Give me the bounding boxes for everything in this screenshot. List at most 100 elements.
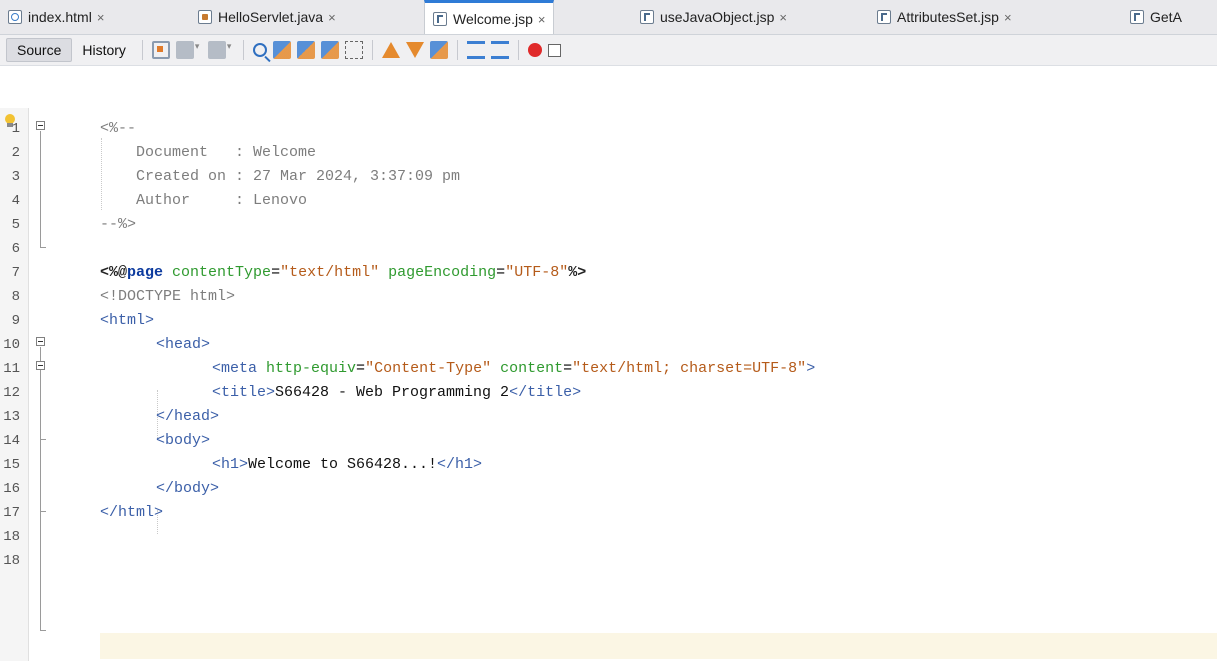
close-icon[interactable]: ×	[97, 10, 105, 25]
source-view-button[interactable]: Source	[6, 38, 73, 62]
code-line-14: <body>	[156, 432, 211, 449]
tag-close: >	[806, 360, 816, 377]
line-number: 10	[3, 337, 20, 353]
fold-toggle-icon[interactable]	[36, 361, 45, 370]
jsp-file-icon	[433, 12, 447, 26]
tab-attributesset-jsp[interactable]: AttributesSet.jsp ×	[877, 0, 1012, 34]
jsp-file-icon	[877, 10, 891, 24]
line-number: 1	[11, 121, 20, 137]
line-number: 18	[3, 529, 20, 545]
code-line-16: </body>	[156, 480, 220, 497]
close-icon[interactable]: ×	[538, 12, 546, 27]
next-bookmark-icon[interactable]	[405, 42, 424, 58]
tab-geta[interactable]: GetA	[1130, 0, 1182, 34]
find-selection-icon[interactable]	[320, 41, 339, 59]
close-icon[interactable]: ×	[328, 10, 336, 25]
chevron-down-icon[interactable]: ▾	[195, 41, 203, 59]
fold-guide-end	[40, 511, 46, 512]
fold-guide-end	[40, 630, 46, 631]
tab-index-html[interactable]: index.html ×	[8, 0, 104, 34]
line-number: 17	[3, 505, 20, 521]
tab-helloservlet-java[interactable]: HelloServlet.java ×	[198, 0, 336, 34]
line-number: 8	[11, 289, 20, 305]
line-number: 13	[3, 409, 20, 425]
code-line-10: <head>	[156, 336, 211, 353]
tab-welcome-jsp[interactable]: Welcome.jsp ×	[424, 0, 555, 34]
find-next-icon[interactable]	[296, 41, 315, 59]
tag-open: <title>	[212, 384, 276, 401]
tab-label: GetA	[1150, 9, 1182, 25]
editor-tab-bar: index.html × HelloServlet.java × Welcome…	[0, 0, 1217, 35]
code-line-4: Author : Lenovo	[100, 192, 308, 209]
directive-open: <%@	[100, 264, 128, 281]
jsp-file-icon	[640, 10, 654, 24]
attr-name: http-equiv	[266, 360, 357, 377]
directive-name: page	[127, 264, 164, 281]
attr-name: content	[500, 360, 564, 377]
line-number: 12	[3, 385, 20, 401]
forward-icon[interactable]	[207, 41, 226, 59]
record-macro-icon[interactable]	[527, 43, 542, 57]
close-icon[interactable]: ×	[779, 10, 787, 25]
attr-value: "UTF-8"	[505, 264, 569, 281]
line-number: 14	[3, 433, 20, 449]
code-line-11: <meta http-equiv="Content-Type" content=…	[212, 360, 816, 377]
toolbar-separator	[141, 40, 143, 60]
find-previous-icon[interactable]	[272, 41, 291, 59]
history-view-button[interactable]: History	[72, 38, 136, 62]
last-edit-icon[interactable]	[151, 41, 170, 59]
line-number: 15	[3, 457, 20, 473]
previous-bookmark-icon[interactable]	[381, 42, 400, 58]
toolbar-separator	[456, 40, 458, 60]
toolbar-separator	[517, 40, 519, 60]
tab-label: HelloServlet.java	[218, 9, 324, 25]
line-number: 5	[11, 217, 20, 233]
shift-left-icon[interactable]	[466, 41, 485, 59]
code-line-7: <%@page contentType="text/html" pageEnco…	[100, 264, 587, 281]
fold-toggle-icon[interactable]	[36, 121, 45, 130]
tag-open: <meta	[212, 360, 258, 377]
line-number: 2	[11, 145, 20, 161]
fold-guide	[40, 347, 41, 630]
back-icon[interactable]	[175, 41, 194, 59]
toolbar-separator	[242, 40, 244, 60]
tab-label: AttributesSet.jsp	[897, 9, 999, 25]
code-line-17: </html>	[100, 504, 164, 521]
stop-macro-icon[interactable]	[547, 43, 561, 57]
line-number: 16	[3, 481, 20, 497]
attr-name: pageEncoding	[388, 264, 497, 281]
line-number: 11	[3, 361, 20, 377]
code-line-12: <title>S66428 - Web Programming 2</title…	[212, 381, 581, 405]
line-number: 9	[11, 313, 20, 329]
chevron-down-icon[interactable]: ▾	[227, 41, 235, 59]
line-number: 6	[11, 241, 20, 257]
fold-guide	[40, 131, 41, 247]
code-line-9: <html>	[100, 312, 155, 329]
code-line-13: </head>	[156, 408, 220, 425]
line-number: 3	[11, 169, 20, 185]
tag-close: </title>	[509, 384, 582, 401]
toggle-bookmark-icon[interactable]	[429, 41, 448, 59]
shift-right-icon[interactable]	[490, 41, 509, 59]
directive-close: %>	[568, 264, 587, 281]
attr-value: "text/html"	[280, 264, 380, 281]
tab-label: useJavaObject.jsp	[660, 9, 775, 25]
close-icon[interactable]: ×	[1004, 10, 1012, 25]
tab-label: index.html	[28, 9, 92, 25]
tag-open: <h1>	[212, 456, 249, 473]
html-file-icon	[8, 10, 22, 24]
code-line-15: <h1>Welcome to S66428...!</h1>	[212, 453, 482, 477]
line-number: 4	[11, 193, 20, 209]
search-icon[interactable]	[252, 43, 267, 57]
title-text: S66428 - Web Programming 2	[275, 384, 510, 401]
toggle-highlight-icon[interactable]	[344, 41, 363, 59]
fold-toggle-icon[interactable]	[36, 337, 45, 346]
tab-usejavaobject-jsp[interactable]: useJavaObject.jsp ×	[640, 0, 787, 34]
line-number: 7	[11, 265, 20, 281]
jsp-file-icon	[1130, 10, 1144, 24]
code-editor[interactable]: 2 3 4 5 6 7 8 9 10 11 12 13 14 15 16 17 …	[0, 108, 1217, 661]
code-line-5: --%>	[100, 216, 137, 233]
editor-toolbar: Source History ▾ ▾	[0, 35, 1217, 66]
fold-guide-end	[40, 439, 46, 440]
tab-label: Welcome.jsp	[453, 11, 533, 27]
